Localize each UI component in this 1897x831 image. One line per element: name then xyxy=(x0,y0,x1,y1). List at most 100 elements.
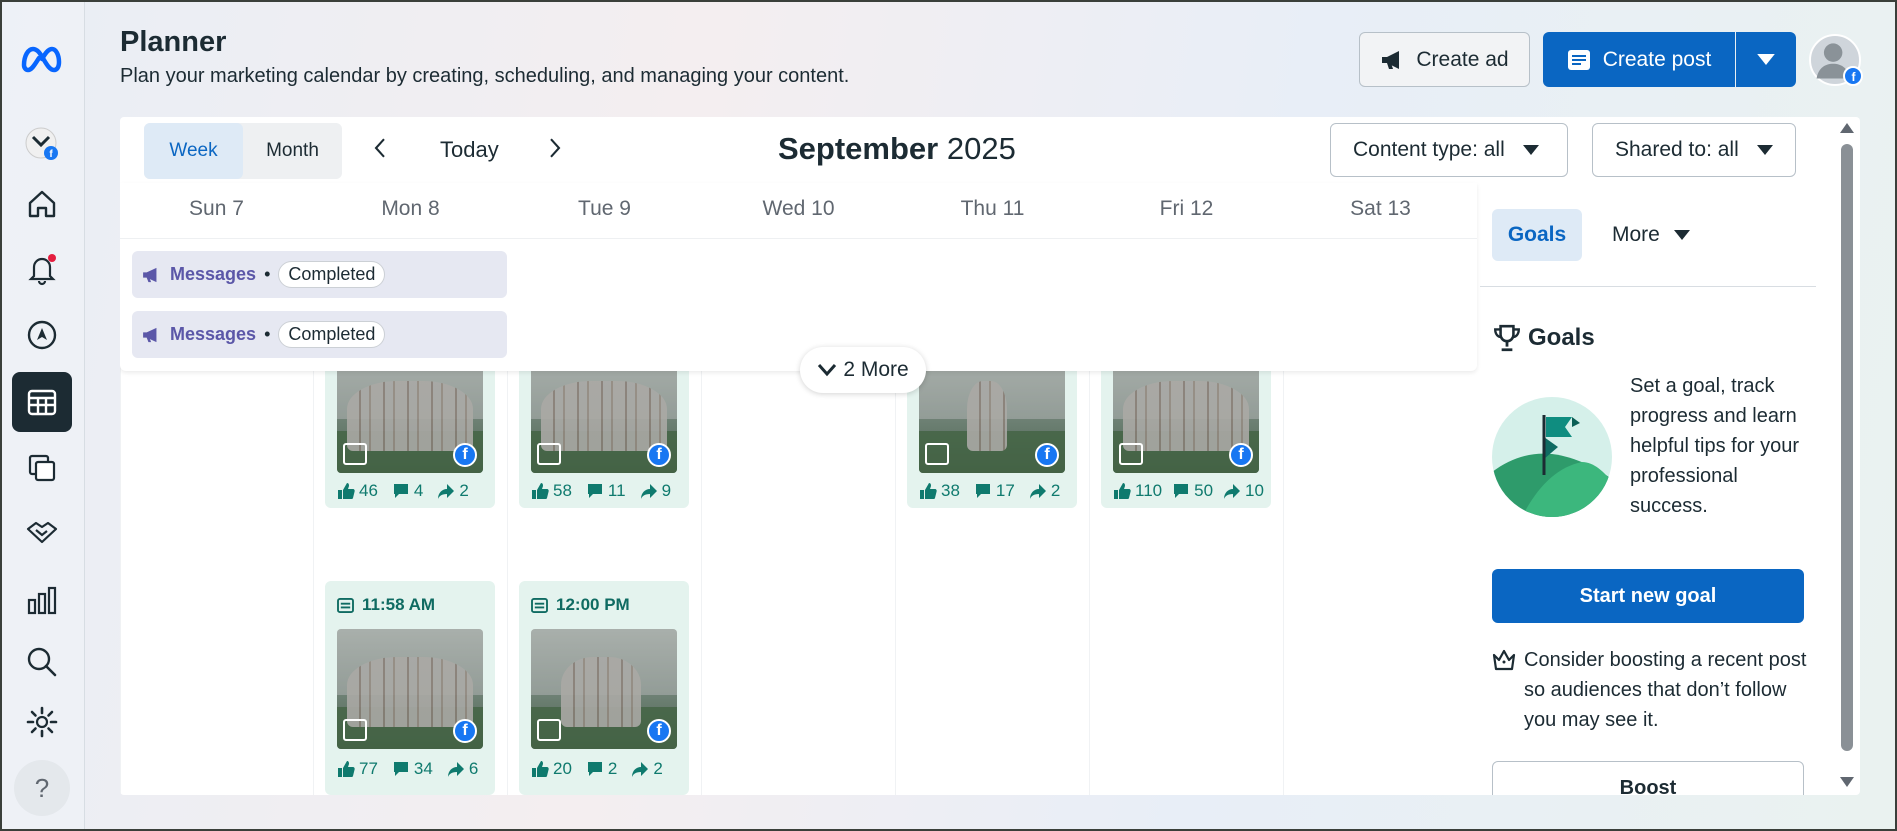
create-ad-label: Create ad xyxy=(1416,47,1509,71)
status-badge: Completed xyxy=(278,321,386,348)
likes-count: 38 xyxy=(941,481,960,500)
image-icon xyxy=(925,443,949,465)
comments-count: 4 xyxy=(413,481,424,500)
event-label: Messages xyxy=(170,264,257,284)
search-icon[interactable] xyxy=(12,632,72,692)
today-button[interactable]: Today xyxy=(440,137,499,163)
post-time-label: 11:58 AM xyxy=(362,595,436,614)
message-event[interactable]: Messages • Completed xyxy=(132,251,507,298)
planner-panel: Week Month Today September 2025 Content … xyxy=(120,117,1860,795)
like-icon xyxy=(338,483,355,499)
day-header-sat: Sat 13 xyxy=(1350,197,1411,220)
post-stats: 20 2 2 xyxy=(531,759,663,779)
meta-logo[interactable] xyxy=(12,28,72,88)
tab-goals[interactable]: Goals xyxy=(1492,209,1582,261)
help-button[interactable]: ? xyxy=(14,760,70,816)
comment-icon xyxy=(393,484,408,498)
right-panel: Goals More Goals Set a goal, track progr… xyxy=(1480,183,1830,795)
week-view-button[interactable]: Week xyxy=(144,123,243,179)
shares-count: 2 xyxy=(653,759,663,778)
scrollbar-thumb[interactable] xyxy=(1841,144,1853,751)
share-icon xyxy=(640,484,657,499)
post-thumbnail: f xyxy=(531,353,677,473)
post-stats: 38 17 2 xyxy=(919,481,1060,501)
ads-compass-icon[interactable] xyxy=(12,305,72,365)
month-name: September xyxy=(778,131,939,166)
shared-to-label: Shared to: all xyxy=(1615,138,1739,161)
scroll-up-arrow[interactable] xyxy=(1840,123,1854,133)
chevron-left-icon xyxy=(374,138,385,158)
divider xyxy=(120,238,1477,239)
content-stack-icon[interactable] xyxy=(12,438,72,498)
post-thumbnail: f xyxy=(1113,353,1259,473)
page-header: Planner Plan your marketing calendar by … xyxy=(120,26,849,88)
likes-count: 77 xyxy=(359,759,378,778)
boost-tip-text: Consider boosting a recent post so audie… xyxy=(1524,649,1807,731)
show-more-button[interactable]: 2 More xyxy=(800,347,926,393)
post-card[interactable]: 11:58 AM f 77 34 6 xyxy=(325,581,495,795)
post-stats: 77 34 6 xyxy=(337,759,478,779)
vertical-scrollbar[interactable] xyxy=(1834,117,1860,795)
like-icon xyxy=(532,483,549,499)
status-badge: Completed xyxy=(278,261,386,288)
boost-tip: Consider boosting a recent post so audie… xyxy=(1492,645,1812,735)
tab-more[interactable]: More xyxy=(1612,209,1690,261)
year: 2025 xyxy=(946,131,1016,166)
user-avatar[interactable]: f xyxy=(1809,34,1863,86)
profile-avatar-icon[interactable]: f xyxy=(12,114,72,174)
view-toggle: Week Month xyxy=(144,123,342,179)
next-week-button[interactable] xyxy=(547,135,563,166)
shares-count: 2 xyxy=(1050,481,1061,500)
like-icon xyxy=(338,761,355,777)
bell-icon[interactable] xyxy=(12,239,72,299)
post-card[interactable]: 12:00 PM f 20 2 2 xyxy=(519,581,689,795)
post-time: 12:00 PM xyxy=(531,595,630,615)
scroll-down-arrow[interactable] xyxy=(1840,777,1854,787)
shares-count: 6 xyxy=(468,759,479,778)
facebook-icon: f xyxy=(1035,443,1059,467)
likes-count: 58 xyxy=(553,481,572,500)
like-icon xyxy=(920,483,937,499)
trophy-icon xyxy=(1494,324,1520,352)
create-post-dropdown-button[interactable] xyxy=(1736,32,1796,87)
goals-heading: Goals xyxy=(1492,323,1595,353)
comments-count: 50 xyxy=(1194,481,1214,500)
facebook-badge-icon: f xyxy=(1843,66,1863,86)
post-document-icon xyxy=(337,597,354,613)
like-icon xyxy=(1114,483,1131,499)
event-label: Messages xyxy=(170,324,257,344)
separator: • xyxy=(264,264,271,284)
create-post-button[interactable]: Create post xyxy=(1543,32,1735,87)
planner-calendar-icon[interactable] xyxy=(12,372,72,432)
boost-button[interactable]: Boost xyxy=(1492,761,1804,795)
day-header-fri: Fri 12 xyxy=(1159,197,1214,220)
facebook-icon: f xyxy=(647,443,671,467)
comments-count: 2 xyxy=(607,759,618,778)
handshake-icon[interactable] xyxy=(12,502,72,562)
settings-gear-icon[interactable] xyxy=(12,692,72,752)
facebook-icon: f xyxy=(647,719,671,743)
post-thumbnail: f xyxy=(919,353,1065,473)
notification-dot xyxy=(48,254,56,262)
show-more-label: 2 More xyxy=(843,358,909,381)
message-event[interactable]: Messages • Completed xyxy=(132,311,507,358)
start-new-goal-button[interactable]: Start new goal xyxy=(1492,569,1804,623)
megaphone-icon xyxy=(143,327,157,342)
separator: • xyxy=(264,324,271,344)
page-subtitle: Plan your marketing calendar by creating… xyxy=(120,65,850,87)
facebook-icon: f xyxy=(1229,443,1253,467)
post-time: 11:58 AM xyxy=(337,595,435,615)
content-type-filter[interactable]: Content type: all xyxy=(1330,123,1568,177)
month-view-button[interactable]: Month xyxy=(243,123,342,179)
home-icon[interactable] xyxy=(12,174,72,234)
insights-bar-icon[interactable] xyxy=(12,570,72,630)
help-icon: ? xyxy=(34,772,50,803)
previous-week-button[interactable] xyxy=(372,135,388,166)
goals-heading-text: Goals xyxy=(1528,324,1595,351)
comments-count: 11 xyxy=(607,481,626,500)
shared-to-filter[interactable]: Shared to: all xyxy=(1592,123,1796,177)
create-ad-button[interactable]: Create ad xyxy=(1359,32,1530,87)
shares-count: 9 xyxy=(661,481,672,500)
post-thumbnail: f xyxy=(531,629,677,749)
post-stats: 110 50 10 xyxy=(1113,481,1264,501)
